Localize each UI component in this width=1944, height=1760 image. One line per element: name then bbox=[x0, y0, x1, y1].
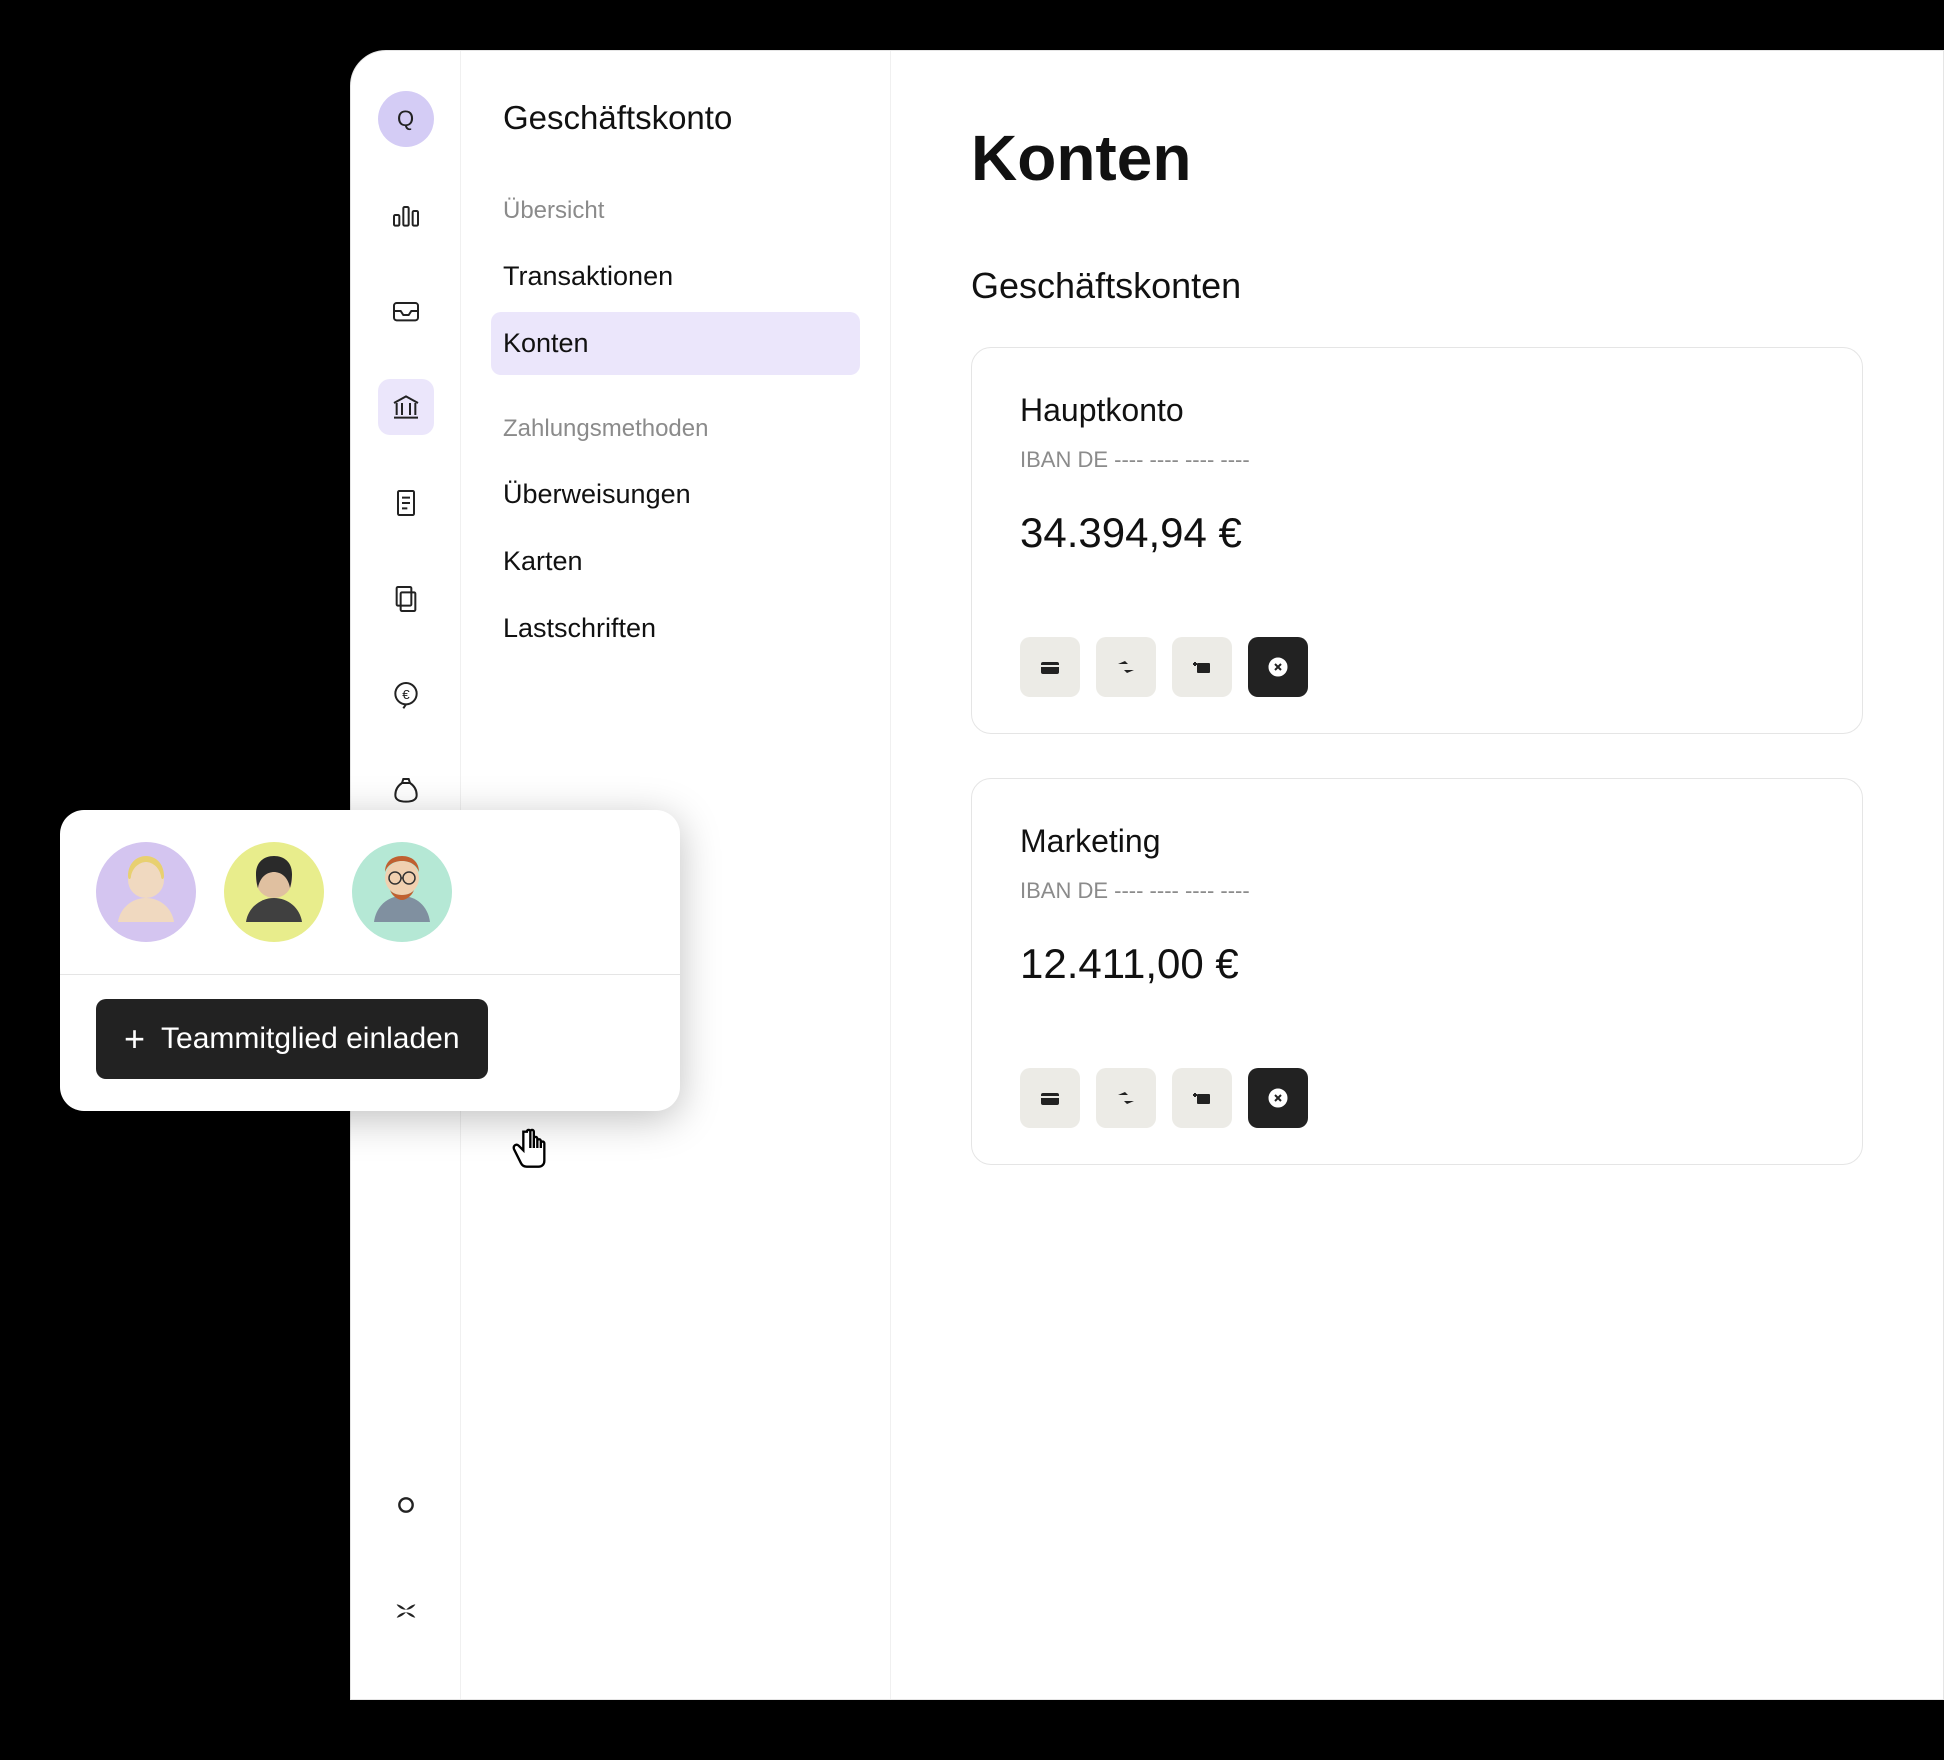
account-name: Marketing bbox=[1020, 823, 1814, 860]
sidebar-item-transactions[interactable]: Transaktionen bbox=[491, 245, 860, 308]
sidebar-item-cards[interactable]: Karten bbox=[491, 530, 860, 593]
euro-bubble-icon: € bbox=[390, 679, 422, 711]
icon-rail-bottom bbox=[378, 1477, 434, 1639]
sidebar-section-payments: Zahlungsmethoden Überweisungen Karten La… bbox=[491, 415, 860, 660]
card-icon bbox=[1038, 1086, 1062, 1110]
action-close[interactable] bbox=[1248, 637, 1308, 697]
circle-icon bbox=[390, 1489, 422, 1521]
transfer-icon bbox=[1114, 655, 1138, 679]
person-icon bbox=[224, 842, 324, 942]
card-icon bbox=[1038, 655, 1062, 679]
account-card[interactable]: Hauptkonto IBAN DE ---- ---- ---- ---- 3… bbox=[971, 347, 1863, 734]
sidebar-item-accounts[interactable]: Konten bbox=[491, 312, 860, 375]
nav-dashboard[interactable] bbox=[378, 187, 434, 243]
inbox-icon bbox=[390, 295, 422, 327]
documents-icon bbox=[390, 583, 422, 615]
account-actions bbox=[1020, 637, 1814, 697]
avatar[interactable] bbox=[96, 842, 196, 942]
bank-icon bbox=[390, 391, 422, 423]
invite-team-member-button[interactable]: + Teammitglied einladen bbox=[96, 999, 488, 1079]
close-circle-icon bbox=[1266, 1086, 1290, 1110]
main-content: Konten Geschäftskonten Hauptkonto IBAN D… bbox=[891, 51, 1943, 1699]
nav-inbox[interactable] bbox=[378, 283, 434, 339]
team-avatars bbox=[60, 810, 680, 975]
action-add-funds[interactable] bbox=[1172, 637, 1232, 697]
receipt-icon bbox=[390, 487, 422, 519]
account-iban: IBAN DE ---- ---- ---- ---- bbox=[1020, 878, 1814, 904]
nav-invoices[interactable] bbox=[378, 475, 434, 531]
action-card[interactable] bbox=[1020, 637, 1080, 697]
person-icon bbox=[352, 842, 452, 942]
nav-help[interactable] bbox=[378, 1477, 434, 1533]
person-icon bbox=[96, 842, 196, 942]
action-add-funds[interactable] bbox=[1172, 1068, 1232, 1128]
avatar[interactable] bbox=[352, 842, 452, 942]
plus-icon: + bbox=[124, 1021, 145, 1057]
team-invite-row: + Teammitglied einladen bbox=[60, 975, 680, 1111]
invite-label: Teammitglied einladen bbox=[161, 1022, 460, 1056]
action-close[interactable] bbox=[1248, 1068, 1308, 1128]
action-transfer[interactable] bbox=[1096, 637, 1156, 697]
account-balance: 34.394,94 € bbox=[1020, 509, 1814, 557]
sidebar-item-transfers[interactable]: Überweisungen bbox=[491, 463, 860, 526]
nav-accounts[interactable] bbox=[378, 379, 434, 435]
team-popup: + Teammitglied einladen bbox=[60, 810, 680, 1111]
account-iban: IBAN DE ---- ---- ---- ---- bbox=[1020, 447, 1814, 473]
action-card[interactable] bbox=[1020, 1068, 1080, 1128]
petals-icon bbox=[390, 1595, 422, 1627]
avatar[interactable] bbox=[224, 842, 324, 942]
money-bag-icon bbox=[390, 775, 422, 807]
action-transfer[interactable] bbox=[1096, 1068, 1156, 1128]
account-card[interactable]: Marketing IBAN DE ---- ---- ---- ---- 12… bbox=[971, 778, 1863, 1165]
page-subtitle: Geschäftskonten bbox=[971, 265, 1863, 307]
nav-documents[interactable] bbox=[378, 571, 434, 627]
bar-chart-icon bbox=[390, 199, 422, 231]
sidebar-section-overview: Übersicht Transaktionen Konten bbox=[491, 197, 860, 375]
sidebar-item-direct-debits[interactable]: Lastschriften bbox=[491, 597, 860, 660]
sidebar-title: Geschäftskonto bbox=[491, 99, 860, 137]
nav-apps[interactable] bbox=[378, 1583, 434, 1639]
close-circle-icon bbox=[1266, 655, 1290, 679]
cursor-pointer-icon bbox=[500, 1120, 556, 1181]
wallet-plus-icon bbox=[1190, 1086, 1214, 1110]
account-actions bbox=[1020, 1068, 1814, 1128]
sidebar-section-label: Zahlungsmethoden bbox=[491, 415, 860, 443]
org-badge[interactable]: Q bbox=[378, 91, 434, 147]
account-balance: 12.411,00 € bbox=[1020, 940, 1814, 988]
page-title: Konten bbox=[971, 121, 1863, 195]
account-name: Hauptkonto bbox=[1020, 392, 1814, 429]
svg-text:€: € bbox=[402, 687, 410, 702]
nav-euro[interactable]: € bbox=[378, 667, 434, 723]
wallet-plus-icon bbox=[1190, 655, 1214, 679]
transfer-icon bbox=[1114, 1086, 1138, 1110]
sidebar-section-label: Übersicht bbox=[491, 197, 860, 225]
